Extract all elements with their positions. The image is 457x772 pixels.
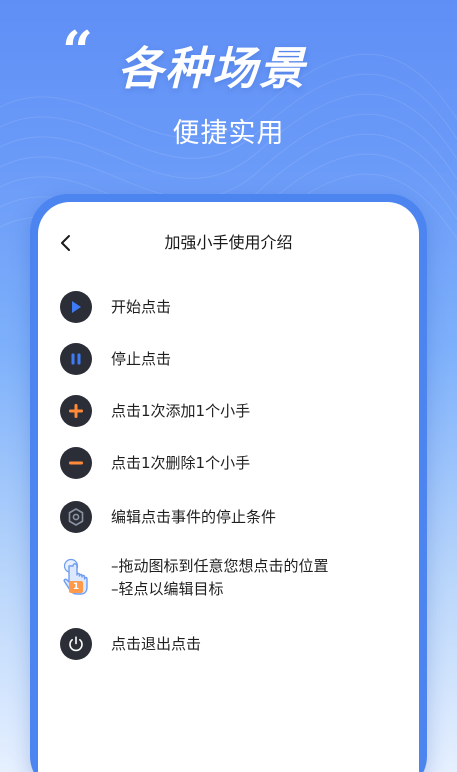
item-label: 停止点击 <box>111 350 172 368</box>
item-label: 编辑点击事件的停止条件 <box>111 508 277 526</box>
item-label: 点击1次添加1个小手 <box>111 402 251 420</box>
list-item-remove-hand: 点击1次删除1个小手 <box>60 447 250 479</box>
hand-badge-number: 1 <box>72 582 80 592</box>
item-label-line: –拖动图标到任意您想点击的位置 <box>111 557 329 575</box>
pause-icon <box>60 343 92 375</box>
item-label-multiline: –拖动图标到任意您想点击的位置 –轻点以编辑目标 <box>111 555 329 601</box>
item-label: 点击1次删除1个小手 <box>111 454 251 472</box>
minus-icon <box>60 447 92 479</box>
gear-icon <box>60 501 92 533</box>
hand-pointer-icon: 1 <box>60 558 92 598</box>
page-title: 加强小手使用介绍 <box>164 233 293 252</box>
quote-mark: “ <box>62 19 93 83</box>
list-item-stop-click: 停止点击 <box>60 343 171 375</box>
subheadline: 便捷实用 <box>172 118 285 149</box>
play-icon <box>60 291 92 323</box>
list-item-drag-hint: 1 –拖动图标到任意您想点击的位置 –轻点以编辑目标 <box>60 555 329 601</box>
headline: 各种场景 <box>118 42 307 95</box>
power-icon <box>60 628 92 660</box>
plus-icon <box>60 395 92 427</box>
item-label: 开始点击 <box>111 298 172 316</box>
list-item-start-click: 开始点击 <box>60 291 171 323</box>
list-item-add-hand: 点击1次添加1个小手 <box>60 395 250 427</box>
item-label: 点击退出点击 <box>111 635 202 653</box>
phone-screen: 加强小手使用介绍 开始点击 停止点击 点击1次添加1个小手 点击1次删除1个小手… <box>38 202 419 772</box>
list-item-stop-condition: 编辑点击事件的停止条件 <box>60 501 276 533</box>
item-label-line: –轻点以编辑目标 <box>111 580 224 598</box>
phone-frame: 加强小手使用介绍 开始点击 停止点击 点击1次添加1个小手 点击1次删除1个小手… <box>30 194 427 772</box>
list-item-exit-click: 点击退出点击 <box>60 628 201 660</box>
